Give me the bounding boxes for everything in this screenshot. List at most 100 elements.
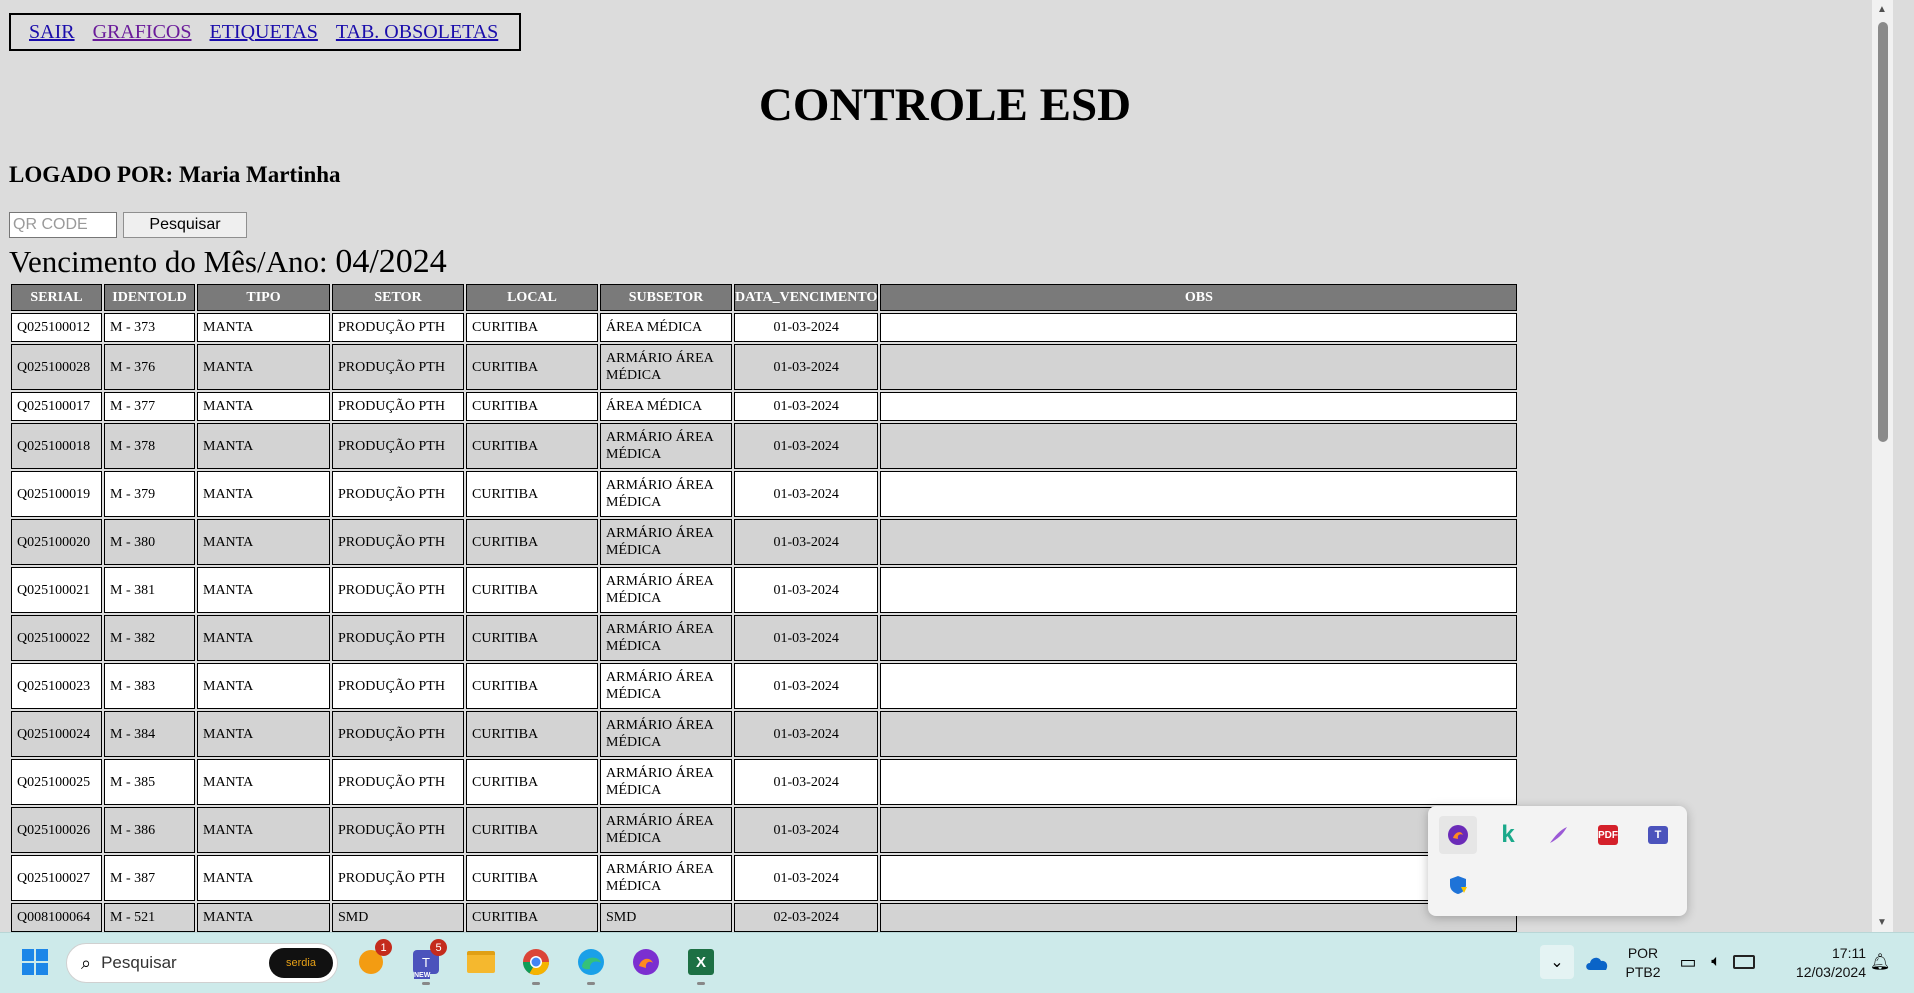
col-local[interactable]: LOCAL xyxy=(466,284,598,311)
language-code: POR xyxy=(1627,945,1659,961)
cell-data-vencimento: 01-03-2024 xyxy=(734,567,879,613)
chrome-icon[interactable] xyxy=(519,945,553,985)
col-subsetor[interactable]: SUBSETOR xyxy=(600,284,732,311)
cell-serial: Q025100019 xyxy=(11,471,102,517)
cell-identold: M - 387 xyxy=(104,855,195,901)
battery-icon[interactable] xyxy=(1732,945,1756,979)
cell-local: CURITIBA xyxy=(466,903,598,932)
cell-obs[interactable] xyxy=(880,567,1518,613)
tray-overflow-chevron-icon[interactable]: ⌄ xyxy=(1540,945,1574,979)
windows-start-icon[interactable] xyxy=(18,945,52,979)
language-indicator[interactable]: POR PTB2 xyxy=(1620,944,1666,982)
scroll-down-arrow-icon[interactable]: ▼ xyxy=(1877,917,1887,928)
cell-identold: M - 385 xyxy=(104,759,195,805)
teams-new-tag: NEW xyxy=(414,972,431,979)
security-shield-warning-icon[interactable] xyxy=(1439,866,1477,904)
cell-tipo: MANTA xyxy=(197,711,330,757)
cell-local: CURITIBA xyxy=(466,392,598,421)
table-row: Q025100022 M - 382 MANTA PRODUÇÃO PTH CURITI… xyxy=(11,615,1518,661)
cell-local: CURITIBA xyxy=(466,423,598,469)
cell-setor: PRODUÇÃO PTH xyxy=(332,567,464,613)
cell-setor: PRODUÇÃO PTH xyxy=(332,855,464,901)
cell-local: CURITIBA xyxy=(466,759,598,805)
cell-setor: PRODUÇÃO PTH xyxy=(332,313,464,342)
nav-sair-link[interactable]: SAIR xyxy=(29,21,75,44)
table-row: Q008100064 M - 521 MANTA SMD CURITIBA SMD 02-0… xyxy=(11,903,1518,932)
teams-icon[interactable]: T 5 NEW xyxy=(409,939,447,985)
cell-local: CURITIBA xyxy=(466,471,598,517)
scrollbar-thumb[interactable] xyxy=(1878,22,1888,442)
search-button[interactable]: Pesquisar xyxy=(123,212,247,238)
weather-icon[interactable]: 1 xyxy=(354,939,392,979)
cell-obs[interactable] xyxy=(880,313,1518,342)
cell-local: CURITIBA xyxy=(466,855,598,901)
cell-setor: PRODUÇÃO PTH xyxy=(332,615,464,661)
col-obs[interactable]: OBS xyxy=(880,284,1518,311)
logged-user-name: Maria Martinha xyxy=(178,162,341,187)
cell-subsetor: SMD xyxy=(600,903,732,932)
firefox-icon[interactable] xyxy=(1439,816,1477,854)
cell-serial: Q008100064 xyxy=(11,903,102,932)
cell-serial: Q025100022 xyxy=(11,615,102,661)
excel-running-indicator xyxy=(697,982,705,985)
cell-obs[interactable] xyxy=(880,423,1518,469)
notification-bell-icon[interactable]: 🔔︎ xyxy=(1868,945,1892,979)
cell-obs[interactable] xyxy=(880,663,1518,709)
cell-subsetor: ARMÁRIO ÁREA MÉDICA xyxy=(600,615,732,661)
vertical-scrollbar[interactable]: ▲ ▼ xyxy=(1872,0,1893,932)
cell-local: CURITIBA xyxy=(466,344,598,390)
cell-obs[interactable] xyxy=(880,615,1518,661)
cell-obs[interactable] xyxy=(880,519,1518,565)
cell-obs[interactable] xyxy=(880,711,1518,757)
nav-graficos-link[interactable]: GRAFICOS xyxy=(93,21,192,44)
cell-data-vencimento: 01-03-2024 xyxy=(734,423,879,469)
onedrive-cloud-icon[interactable] xyxy=(1580,945,1614,979)
col-identold[interactable]: IDENTOLD xyxy=(104,284,195,311)
col-tipo[interactable]: TIPO xyxy=(197,284,330,311)
cell-identold: M - 386 xyxy=(104,807,195,853)
table-row: Q025100028 M - 376 MANTA PRODUÇÃO PTH CURITI… xyxy=(11,344,1518,390)
quill-icon[interactable] xyxy=(1539,816,1577,854)
network-icon[interactable]: ▭ xyxy=(1676,945,1700,979)
cell-subsetor: ARMÁRIO ÁREA MÉDICA xyxy=(600,663,732,709)
file-explorer-icon[interactable] xyxy=(464,945,498,979)
cell-obs[interactable] xyxy=(880,759,1518,805)
cell-tipo: MANTA xyxy=(197,471,330,517)
col-serial[interactable]: SERIAL xyxy=(11,284,102,311)
scroll-up-arrow-icon[interactable]: ▲ xyxy=(1877,4,1887,15)
nav-tab-obsoletas-link[interactable]: TAB. OBSOLETAS xyxy=(336,21,498,44)
cell-data-vencimento: 01-03-2024 xyxy=(734,807,879,853)
cell-obs[interactable] xyxy=(880,344,1518,390)
kaspersky-icon[interactable]: k xyxy=(1489,816,1527,854)
pdf-icon[interactable]: PDF xyxy=(1589,816,1627,854)
taskbar-search[interactable]: ⌕ Pesquisar serdia xyxy=(66,943,338,983)
cell-obs[interactable] xyxy=(880,392,1518,421)
nav-etiquetas-link[interactable]: ETIQUETAS xyxy=(210,21,318,44)
cell-subsetor: ARMÁRIO ÁREA MÉDICA xyxy=(600,471,732,517)
qr-code-input[interactable] xyxy=(9,212,117,238)
clock[interactable]: 17:11 12/03/2024 xyxy=(1772,944,1866,982)
cell-data-vencimento: 01-03-2024 xyxy=(734,855,879,901)
cell-identold: M - 382 xyxy=(104,615,195,661)
col-setor[interactable]: SETOR xyxy=(332,284,464,311)
cell-subsetor: ÁREA MÉDICA xyxy=(600,392,732,421)
excel-icon[interactable]: X xyxy=(684,945,718,985)
cell-identold: M - 378 xyxy=(104,423,195,469)
search-brand-logo: serdia xyxy=(269,948,333,978)
clock-date: 12/03/2024 xyxy=(1795,964,1866,980)
volume-icon[interactable]: 🔈︎ xyxy=(1704,945,1728,979)
teams-new-icon[interactable]: T xyxy=(1639,816,1677,854)
cell-obs[interactable] xyxy=(880,471,1518,517)
cell-identold: M - 376 xyxy=(104,344,195,390)
cell-tipo: MANTA xyxy=(197,807,330,853)
cell-setor: PRODUÇÃO PTH xyxy=(332,423,464,469)
cell-tipo: MANTA xyxy=(197,423,330,469)
cell-setor: PRODUÇÃO PTH xyxy=(332,519,464,565)
cell-subsetor: ARMÁRIO ÁREA MÉDICA xyxy=(600,807,732,853)
cell-obs[interactable] xyxy=(880,855,1518,901)
cell-obs[interactable] xyxy=(880,807,1518,853)
firefox-taskbar-icon[interactable] xyxy=(629,945,663,979)
edge-icon[interactable] xyxy=(574,945,608,985)
cell-obs[interactable] xyxy=(880,903,1518,932)
col-data-vencimento[interactable]: DATA_VENCIMENTO xyxy=(734,284,879,311)
